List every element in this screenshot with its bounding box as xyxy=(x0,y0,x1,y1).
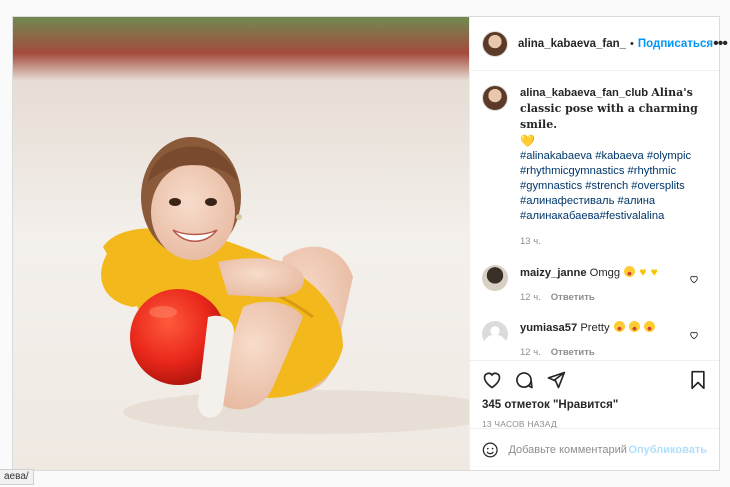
likes-count[interactable]: 345 отметок "Нравится" xyxy=(482,399,707,411)
emoji-icon[interactable] xyxy=(482,440,498,460)
separator-dot: • xyxy=(630,37,634,50)
gymnast-photo xyxy=(13,17,469,470)
comment-body: yumiasa57 Pretty 12 ч. Ответить xyxy=(520,321,690,360)
reply-button[interactable]: Ответить xyxy=(551,290,595,305)
post-container: alina_kabaeva_fan_ • Подписаться ••• ali… xyxy=(12,16,728,471)
post-photo[interactable] xyxy=(13,17,469,470)
heart-eyes-emoji xyxy=(643,321,655,332)
yellow-heart-emoji: ♥ xyxy=(639,265,647,279)
like-icon[interactable] xyxy=(482,370,502,390)
post-sidebar: alina_kabaeva_fan_ • Подписаться ••• ali… xyxy=(469,17,728,470)
commenter-avatar[interactable] xyxy=(482,321,508,347)
status-bar-url: аева/ xyxy=(0,469,34,485)
heart-eyes-emoji xyxy=(613,321,625,332)
comment-text: Omgg xyxy=(589,267,621,279)
caption-body: alina_kabaeva_fan_club Alina's classic p… xyxy=(520,85,700,249)
post-actions: 345 отметок "Нравится" 13 ЧАСОВ НАЗАД xyxy=(470,360,719,429)
comment-item: yumiasa57 Pretty 12 ч. Ответить xyxy=(482,321,707,360)
commenter-username[interactable]: yumiasa57 xyxy=(520,322,577,334)
author-username[interactable]: alina_kabaeva_fan_ xyxy=(518,38,626,50)
comment-body: maizy_janne Omgg ♥ ♥ 12 ч. Ответить xyxy=(520,265,690,305)
comment-input[interactable] xyxy=(508,443,629,456)
follow-button[interactable]: Подписаться xyxy=(638,38,713,50)
share-icon[interactable] xyxy=(546,370,566,390)
like-comment-icon[interactable] xyxy=(689,274,699,284)
caption: alina_kabaeva_fan_club Alina's classic p… xyxy=(482,85,707,249)
commenter-username[interactable]: maizy_janne xyxy=(520,267,587,279)
heart-eyes-emoji xyxy=(624,266,636,277)
author-avatar[interactable] xyxy=(482,30,508,57)
caption-hashtags[interactable]: #alinakabaeva #kabaeva #olympic #rhythmi… xyxy=(520,149,700,224)
more-options-icon[interactable]: ••• xyxy=(713,35,728,53)
comment-time: 12 ч. xyxy=(520,292,541,303)
like-comment-icon[interactable] xyxy=(689,330,699,340)
commenter-avatar[interactable] xyxy=(482,265,508,291)
reply-button[interactable]: Ответить xyxy=(551,345,595,360)
heart-eyes-emoji xyxy=(628,321,640,332)
comment-text: Pretty xyxy=(580,322,610,334)
comments-list[interactable]: alina_kabaeva_fan_club Alina's classic p… xyxy=(470,71,719,360)
yellow-heart-emoji: ♥ xyxy=(650,265,658,279)
yellow-heart-emoji: 💛 xyxy=(520,134,535,148)
action-icons xyxy=(482,369,707,391)
caption-username[interactable]: alina_kabaeva_fan_club xyxy=(520,87,648,99)
comment-icon[interactable] xyxy=(514,370,534,390)
publish-button[interactable]: Опубликовать xyxy=(628,444,707,456)
comment-meta: 12 ч. Ответить xyxy=(520,345,690,360)
comment-time: 12 ч. xyxy=(520,347,541,358)
caption-avatar[interactable] xyxy=(482,85,508,111)
comment-item: maizy_janne Omgg ♥ ♥ 12 ч. Ответить xyxy=(482,265,707,305)
post-header: alina_kabaeva_fan_ • Подписаться ••• xyxy=(470,17,728,71)
comment-meta: 12 ч. Ответить xyxy=(520,290,690,305)
add-comment-bar: Опубликовать xyxy=(470,428,719,470)
caption-time: 13 ч. xyxy=(520,236,541,247)
bookmark-icon[interactable] xyxy=(689,370,707,390)
